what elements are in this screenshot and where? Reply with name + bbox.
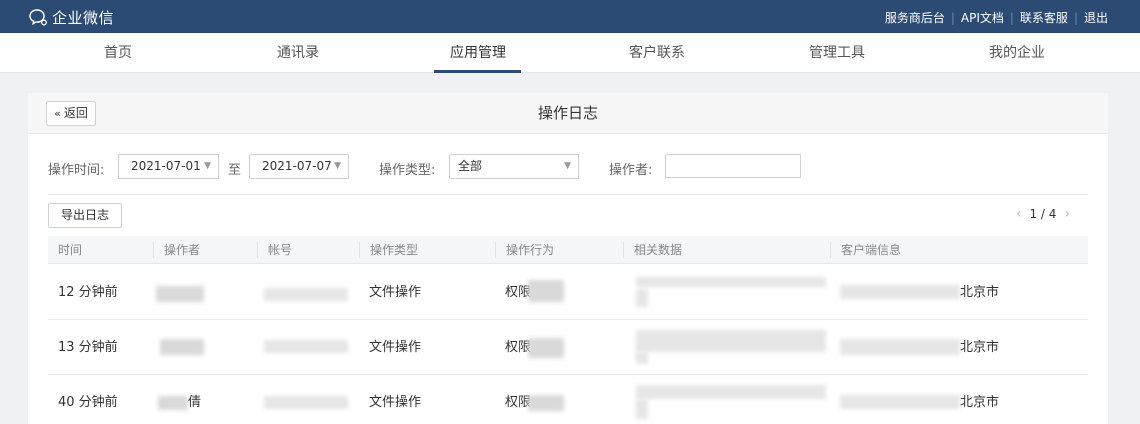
column-account[interactable]: 帐号 [257,242,292,258]
column-operator[interactable]: 操作者 [153,242,200,258]
nav-my-company[interactable]: 我的企业 [972,33,1062,73]
cell-time: 40 分钟前 [58,395,118,410]
redacted-related-data [636,352,648,364]
table-header: 时间 操作者 帐号 操作类型 操作行为 相关数据 客户端信息 [48,236,1088,264]
end-date-select[interactable]: 2021-07-07 ▼ [249,154,349,179]
cell-operation-type: 文件操作 [369,395,422,410]
column-related-data[interactable]: 相关数据 [623,242,682,258]
to-label: 至 [228,163,242,178]
pagination: ‹ 1 / 4 › [1008,206,1078,222]
link-separator: | [1073,10,1078,25]
redacted-action [528,395,564,411]
cell-operator: 倩 [188,395,202,410]
cell-client-city: 北京市 [960,285,1000,300]
logo[interactable]: 企业微信 [28,6,114,28]
back-button[interactable]: «返回 [46,101,96,126]
redacted-client-ip [840,395,960,409]
operation-type-value: 全部 [458,159,483,173]
main-nav: 首页 通讯录 应用管理 客户联系 管理工具 我的企业 [0,33,1140,73]
page-indicator: 1 / 4 [1029,207,1057,221]
export-log-button[interactable]: 导出日志 [48,203,122,228]
operator-input[interactable] [665,154,801,178]
cell-time: 12 分钟前 [58,285,118,300]
cell-client-city: 北京市 [960,395,1000,410]
provider-console-link[interactable]: 服务商后台 [885,9,945,26]
divider [48,194,1088,195]
nav-management-tools[interactable]: 管理工具 [792,33,882,73]
cell-client-city: 北京市 [960,340,1000,355]
redacted-operator [156,286,204,302]
redacted-action [528,280,564,302]
column-client-info[interactable]: 客户端信息 [830,242,901,258]
nav-active-indicator [434,70,521,73]
table-row[interactable]: 40 分钟前 倩 文件操作 权限 北京市 [48,375,1088,424]
logout-link[interactable]: 退出 [1084,9,1108,26]
double-chevron-left-icon: « [54,107,61,120]
cell-operation-type: 文件操作 [369,285,422,300]
start-date-select[interactable]: 2021-07-01 ▼ [118,154,219,179]
wecom-logo-icon [28,7,48,27]
table-row[interactable]: 12 分钟前 文件操作 权限 北京市 [48,265,1088,320]
operator-filter-label: 操作者: [609,163,653,178]
type-filter-label: 操作类型: [379,163,436,178]
cell-operation-type: 文件操作 [369,340,422,355]
cell-operation-action: 权限 [505,340,532,355]
caret-down-icon: ▼ [204,161,211,171]
cell-time: 13 分钟前 [58,340,118,355]
column-operation-action[interactable]: 操作行为 [495,242,554,258]
operation-log-panel: «返回 操作日志 操作时间: 2021-07-01 ▼ 至 2021-07-07… [28,93,1108,424]
column-operation-type[interactable]: 操作类型 [359,242,418,258]
redacted-related-data [636,277,826,287]
nav-contacts[interactable]: 通讯录 [253,33,343,73]
nav-app-management[interactable]: 应用管理 [433,33,523,73]
cell-operation-action: 权限 [505,395,532,410]
redacted-account [264,396,348,409]
chevron-right-icon[interactable]: › [1064,206,1070,222]
cell-operation-action: 权限 [505,285,532,300]
redacted-client-ip [840,285,960,299]
redacted-related-data [636,289,648,307]
time-filter-label: 操作时间: [48,163,105,178]
contact-support-link[interactable]: 联系客服 [1020,9,1068,26]
logo-text: 企业微信 [52,8,115,27]
back-button-label: 返回 [63,106,88,120]
redacted-client-ip [840,339,960,355]
nav-customer-contact[interactable]: 客户联系 [612,33,702,73]
redacted-related-data [636,330,826,352]
link-separator: | [950,10,955,25]
api-docs-link[interactable]: API文档 [961,9,1004,26]
caret-down-icon: ▼ [564,161,571,171]
redacted-related-data [636,385,826,399]
start-date-value: 2021-07-01 [131,159,201,173]
operation-type-select[interactable]: 全部 ▼ [449,154,579,179]
chevron-left-icon[interactable]: ‹ [1016,206,1022,222]
panel-header: «返回 操作日志 [28,93,1108,134]
table-row[interactable]: 13 分钟前 文件操作 权限 北京市 [48,320,1088,375]
redacted-account [264,288,348,301]
end-date-value: 2021-07-07 [262,159,332,173]
nav-home[interactable]: 首页 [73,33,163,73]
redacted-action [528,338,564,358]
top-links: 服务商后台 | API文档 | 联系客服 | 退出 [885,9,1108,26]
link-separator: | [1009,10,1014,25]
column-time[interactable]: 时间 [48,236,82,264]
redacted-operator [160,339,204,355]
page-title: 操作日志 [537,104,598,122]
caret-down-icon: ▼ [334,161,341,171]
redacted-related-data [636,399,648,419]
redacted-account [264,340,348,353]
top-bar: 企业微信 服务商后台 | API文档 | 联系客服 | 退出 [0,0,1140,33]
